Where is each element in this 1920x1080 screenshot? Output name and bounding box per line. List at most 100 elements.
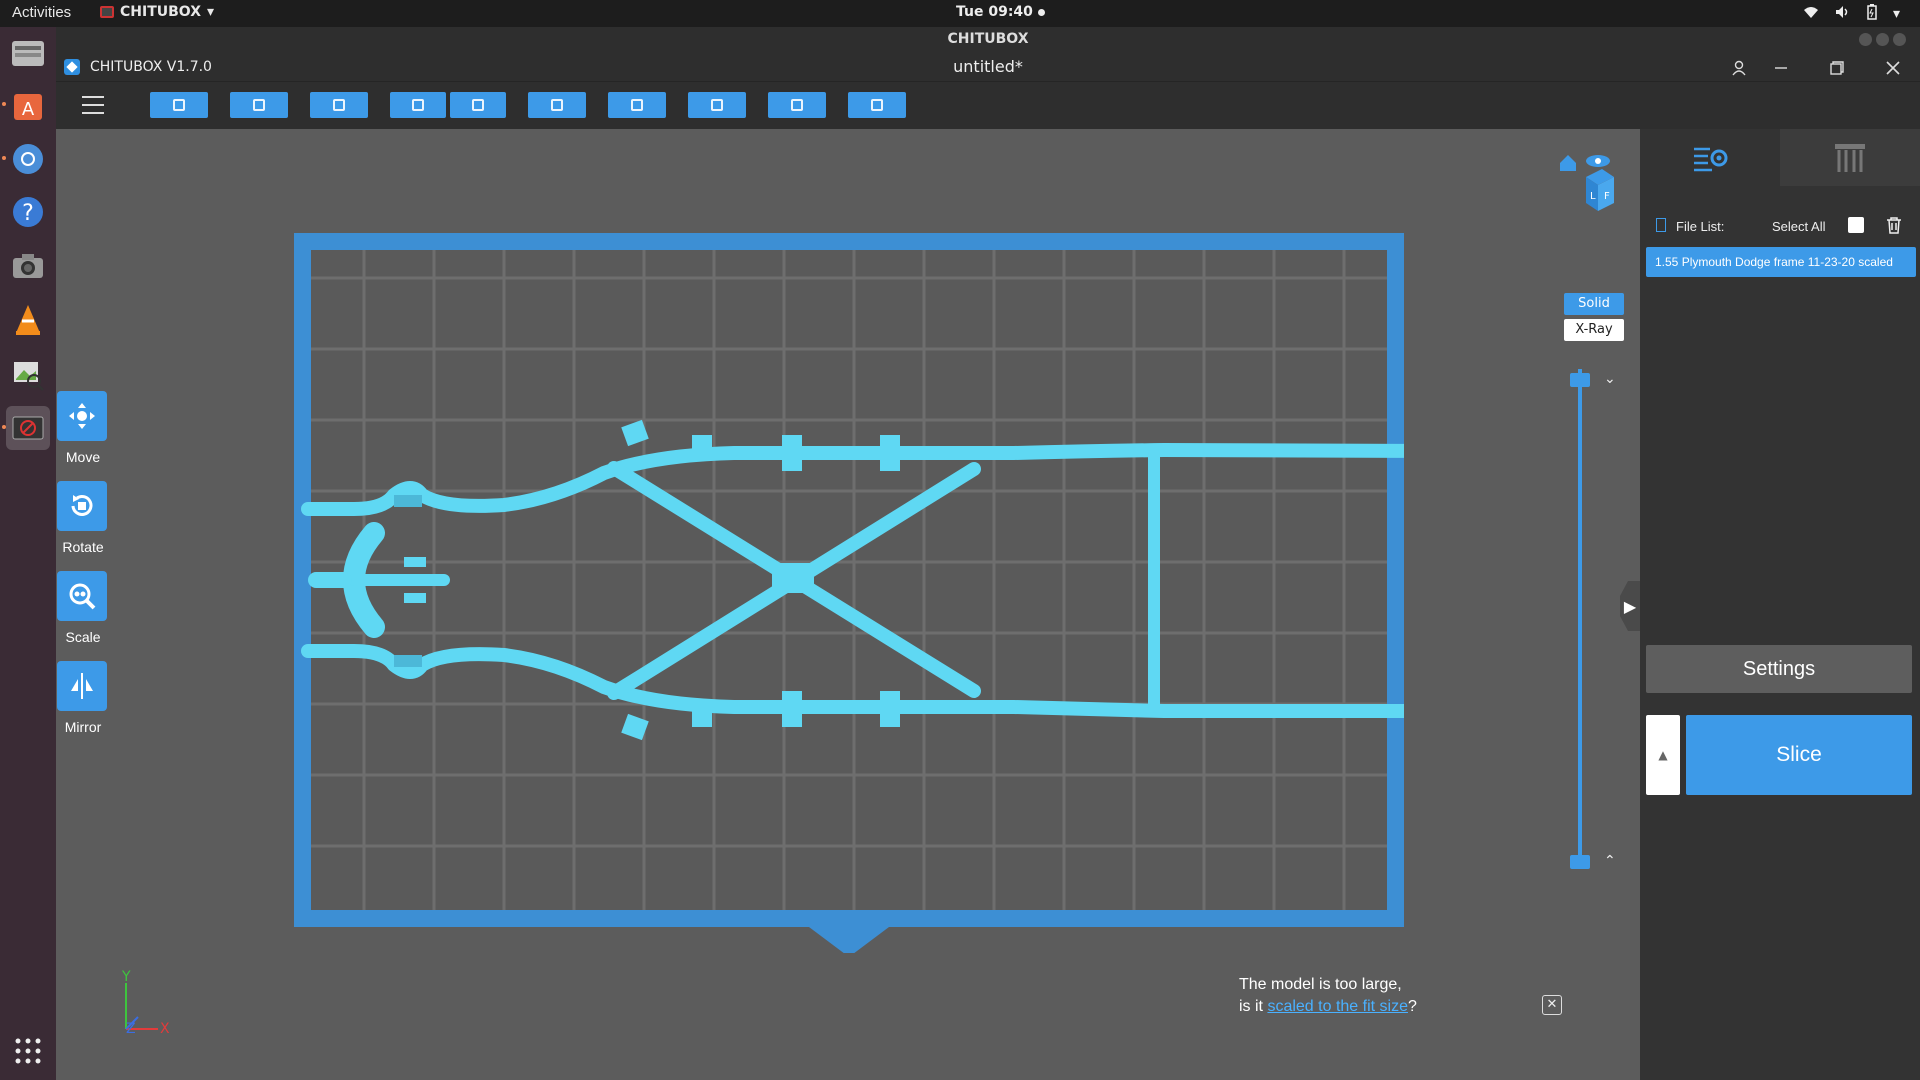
image-viewer-icon[interactable] [6, 352, 50, 396]
svg-text:L: L [1590, 191, 1596, 202]
axis-x-label: X [160, 1021, 170, 1037]
clock-text: Tue 09:40 [956, 4, 1033, 20]
window-titlebar[interactable]: CHITUBOX CHITUBOX V1.7.0 untitled* [56, 27, 1920, 81]
scale-to-fit-link[interactable]: scaled to the fit size [1267, 998, 1408, 1015]
system-top-bar: Activities CHITUBOX ▾ Tue 09:40 ▾ [0, 0, 1920, 27]
chevron-up-icon[interactable]: ⌃ [1604, 853, 1616, 869]
redo-button[interactable] [450, 92, 506, 118]
copy-button[interactable] [528, 92, 586, 118]
chevron-down-icon[interactable]: ⌄ [1604, 371, 1616, 387]
svg-text:?: ? [22, 201, 34, 226]
running-indicator [2, 156, 6, 160]
save-button[interactable] [230, 92, 288, 118]
file-list-label: File List: [1676, 219, 1725, 234]
tab-supports[interactable] [1780, 129, 1920, 186]
model-too-large-notice: The model is too large, is it scaled to … [1239, 974, 1417, 1018]
dig-hole-button[interactable] [768, 92, 826, 118]
select-all-checkbox[interactable] [1848, 217, 1864, 233]
mirror-label: Mirror [64, 719, 102, 735]
camera-app-icon[interactable] [6, 244, 50, 288]
help-icon[interactable]: ? [6, 190, 50, 234]
tab-settings-list[interactable] [1640, 129, 1780, 186]
auto-layout-button[interactable] [310, 92, 368, 118]
axis-y-label: Y [121, 969, 131, 985]
wm-minimize-icon[interactable] [1859, 33, 1872, 46]
file-list-icon [1656, 218, 1666, 232]
vlc-icon[interactable] [6, 298, 50, 342]
redo-icon [472, 99, 484, 111]
file-list-item[interactable]: 1.55 Plymouth Dodge frame 11-23-20 scale… [1646, 247, 1916, 277]
repair-button[interactable] [848, 92, 906, 118]
chitubox-dock-icon[interactable] [6, 406, 50, 450]
notice-prefix: is it [1239, 998, 1268, 1015]
close-icon[interactable] [1882, 57, 1904, 79]
settings-button[interactable]: Settings [1646, 645, 1912, 693]
layer-slider-track[interactable] [1578, 369, 1582, 869]
caret-down-icon: ▾ [207, 4, 215, 20]
wm-maximize-icon[interactable] [1876, 33, 1889, 46]
select-all-label: Select All [1772, 219, 1826, 234]
notice-close-icon[interactable]: ✕ [1542, 995, 1562, 1015]
build-plate[interactable] [294, 233, 1404, 953]
move-tool[interactable]: Move [57, 391, 109, 465]
layer-slider-top-handle[interactable] [1570, 373, 1590, 387]
slice-button[interactable]: Slice [1686, 715, 1912, 795]
scale-tool[interactable]: Scale [57, 571, 109, 645]
system-tray[interactable]: ▾ [1803, 4, 1900, 24]
undo-button[interactable] [390, 92, 446, 118]
wm-close-icon[interactable] [1893, 33, 1906, 46]
xray-view-button[interactable]: X-Ray [1564, 319, 1624, 341]
app-menu[interactable]: CHITUBOX ▾ [100, 4, 214, 20]
file-list-header: File List: Select All [1650, 217, 1910, 237]
show-applications-grid-icon[interactable] [6, 1029, 50, 1073]
document-title: untitled* [953, 57, 1023, 76]
wm-title: CHITUBOX [947, 31, 1029, 47]
hole-icon [791, 99, 803, 111]
running-indicator [2, 425, 6, 429]
folder-icon [173, 99, 185, 111]
repair-icon [871, 99, 883, 111]
solid-view-button[interactable]: Solid [1564, 293, 1624, 315]
rotate-label: Rotate [62, 539, 104, 555]
axis-z-label: Z [126, 1021, 136, 1037]
user-account-icon[interactable] [1728, 57, 1750, 79]
mirror-icon [57, 661, 107, 711]
move-icon [57, 391, 107, 441]
app-menu-label: CHITUBOX [120, 4, 201, 20]
supports-icon [1835, 143, 1865, 172]
activities-button[interactable]: Activities [12, 4, 71, 21]
notification-dot-icon [1037, 8, 1045, 16]
copy-icon [551, 99, 563, 111]
restore-icon[interactable] [1826, 57, 1848, 79]
mirror-tool[interactable]: Mirror [57, 661, 109, 735]
save-icon [253, 99, 265, 111]
software-center-icon[interactable]: A [6, 83, 50, 127]
scale-icon [57, 571, 107, 621]
move-label: Move [65, 449, 101, 465]
rotate-tool[interactable]: Rotate [57, 481, 109, 555]
support-button[interactable] [688, 92, 746, 118]
files-app-icon[interactable] [6, 31, 50, 75]
support-icon [711, 99, 723, 111]
layout-icon [333, 99, 345, 111]
slice-options-arrow-icon[interactable]: ▲ [1646, 715, 1680, 795]
clock[interactable]: Tue 09:40 [956, 4, 1045, 20]
layer-slider-bottom-handle[interactable] [1570, 855, 1590, 869]
settings-list-icon [1694, 147, 1728, 171]
hollow-button[interactable] [608, 92, 666, 118]
hollow-icon [631, 99, 643, 111]
wm-window-buttons[interactable] [1859, 33, 1906, 46]
view-cube-icon[interactable]: L F [1556, 149, 1616, 219]
minimize-icon[interactable] [1770, 57, 1792, 79]
open-file-button[interactable] [150, 92, 208, 118]
chitubox-window: CHITUBOX CHITUBOX V1.7.0 untitled* L F S… [56, 27, 1920, 1080]
3d-viewport[interactable]: L F Solid X-Ray ⌄ ⌃ Move Rotate Scale Mi… [56, 129, 1640, 1080]
notice-line-2: is it scaled to the fit size? [1239, 996, 1417, 1018]
volume-icon [1835, 5, 1851, 23]
scale-label: Scale [65, 629, 101, 645]
menu-hamburger-icon[interactable] [82, 96, 104, 114]
notice-line-1: The model is too large, [1239, 976, 1402, 993]
delete-trash-icon[interactable] [1886, 217, 1902, 239]
chromium-icon[interactable] [6, 137, 50, 181]
dock: A ? [0, 27, 56, 1080]
